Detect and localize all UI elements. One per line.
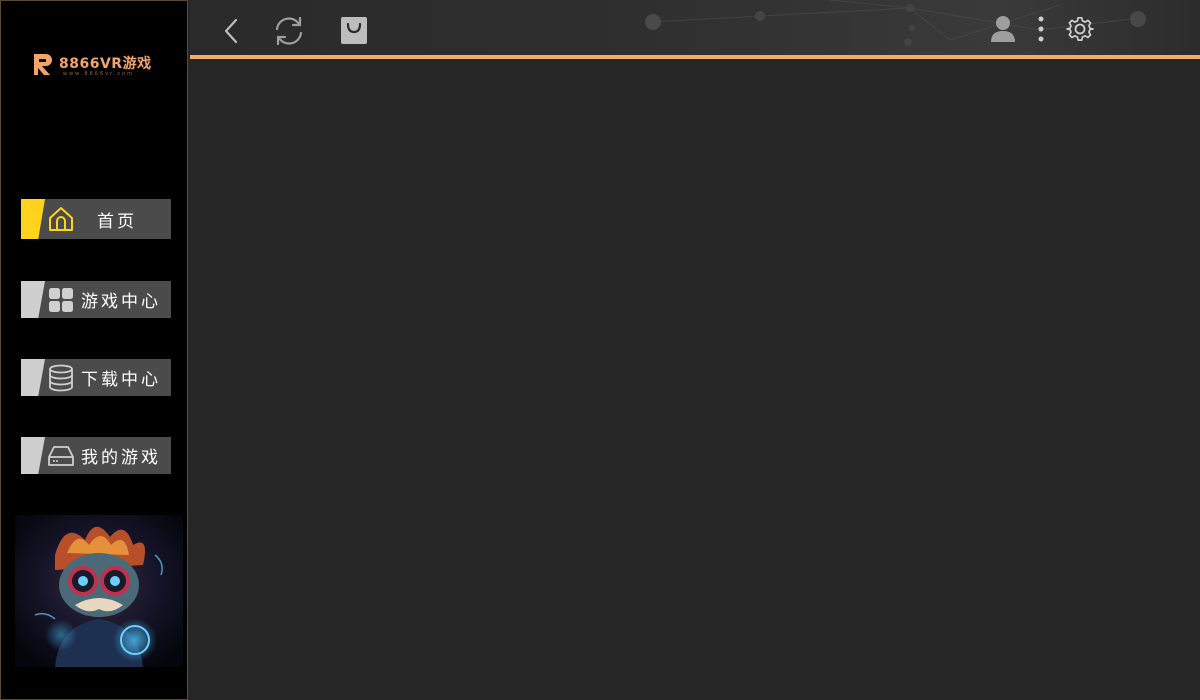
sidebar-item-label: 我的游戏 [81, 448, 161, 468]
sidebar: 8866VR游戏 www.8866vr.com 首页 游戏中心 下载中心 我的游… [0, 0, 188, 700]
home-icon [49, 207, 73, 231]
active-tab-indicator [21, 199, 45, 239]
tab-indicator [21, 437, 45, 474]
logo-subtext: www.8866vr.com [63, 71, 134, 77]
sidebar-item-label: 下载中心 [81, 370, 161, 390]
top-toolbar [190, 0, 1200, 56]
more-menu-button[interactable] [1035, 14, 1047, 44]
database-icon [49, 364, 73, 392]
user-icon [991, 16, 1015, 42]
sidebar-item-label: 游戏中心 [81, 292, 161, 312]
tab-indicator [21, 281, 45, 318]
shopping-bag-icon [341, 17, 367, 44]
promo-artwork[interactable] [15, 515, 183, 667]
more-vertical-icon [1038, 16, 1044, 42]
store-button[interactable] [340, 15, 368, 45]
sidebar-item-label: 首页 [97, 211, 137, 232]
sidebar-item-game-center[interactable]: 游戏中心 [21, 281, 171, 318]
sidebar-item-download-center[interactable]: 下载中心 [21, 359, 171, 396]
gear-icon [1066, 16, 1094, 41]
back-button[interactable] [220, 16, 244, 46]
app-logo: 8866VR游戏 www.8866vr.com [31, 51, 161, 81]
character-artwork-image [15, 515, 183, 667]
chevron-left-icon [224, 18, 238, 44]
logo-mark-icon [34, 54, 52, 75]
tab-indicator [21, 359, 45, 396]
refresh-button[interactable] [273, 15, 305, 47]
logo-text: 8866VR游戏 [59, 56, 152, 72]
refresh-icon [275, 16, 303, 46]
sidebar-item-my-games[interactable]: 我的游戏 [21, 437, 171, 474]
user-account-button[interactable] [990, 15, 1016, 43]
main-content-area [190, 59, 1200, 700]
sidebar-item-home[interactable]: 首页 [21, 199, 171, 239]
harddrive-icon [48, 446, 74, 466]
grid-icon [49, 288, 73, 312]
settings-button[interactable] [1066, 15, 1094, 43]
